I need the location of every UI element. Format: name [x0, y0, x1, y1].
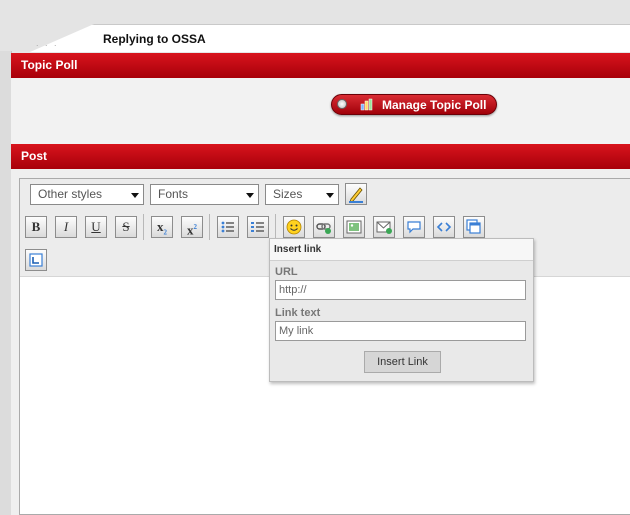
code-icon: [436, 222, 452, 232]
fonts-select[interactable]: Fonts: [150, 184, 259, 205]
underline-button[interactable]: U: [85, 216, 107, 238]
toolbar-separator: [143, 214, 144, 240]
manage-topic-poll-label: Manage Topic Poll: [382, 98, 487, 112]
link-text-label: Link text: [275, 307, 321, 319]
toolbar-separator: [275, 214, 276, 240]
link-icon: [316, 223, 331, 234]
insert-link-title: Insert link: [270, 239, 533, 261]
direction-button[interactable]: [25, 249, 47, 271]
post-header: Post: [11, 144, 630, 169]
smiley-button[interactable]: [283, 216, 305, 238]
speech-bubble-icon: [407, 221, 421, 234]
chevron-down-icon: [246, 193, 254, 198]
email-icon: [376, 221, 392, 234]
pencil-icon: [349, 187, 363, 203]
sizes-value: Sizes: [273, 187, 303, 201]
manage-topic-poll-button[interactable]: Manage Topic Poll: [331, 94, 497, 115]
link-text-input[interactable]: My link: [275, 321, 526, 341]
topic-poll-body: [11, 78, 630, 144]
poll-chart-icon: [360, 98, 373, 111]
insert-link-popup: Insert link URL http:// Link text My lin…: [269, 238, 534, 382]
image-icon: [346, 220, 362, 234]
insert-email-button[interactable]: [373, 216, 395, 238]
numbered-list-icon: [251, 222, 264, 232]
numbered-list-button[interactable]: [247, 216, 269, 238]
code-button[interactable]: [433, 216, 455, 238]
tab-strip: . . . Replying to OSSA: [0, 0, 630, 52]
url-label: URL: [275, 266, 298, 278]
other-styles-select[interactable]: Other styles: [30, 184, 144, 205]
other-styles-value: Other styles: [38, 187, 103, 201]
url-input[interactable]: http://: [275, 280, 526, 300]
radio-dot-icon: [337, 99, 347, 109]
text-direction-icon: [29, 253, 43, 267]
topic-poll-header: Topic Poll: [11, 53, 630, 78]
bullet-list-icon: [221, 221, 234, 233]
italic-button[interactable]: I: [55, 216, 77, 238]
subscript-button[interactable]: x2: [151, 216, 173, 238]
chevron-down-icon: [131, 193, 139, 198]
insert-link-submit-button[interactable]: Insert Link: [364, 351, 441, 373]
fonts-value: Fonts: [158, 187, 189, 201]
sizes-select[interactable]: Sizes: [265, 184, 339, 205]
windows-icon: [466, 219, 481, 234]
insert-image-button[interactable]: [343, 216, 365, 238]
source-view-button[interactable]: [463, 216, 485, 238]
insert-link-button[interactable]: [313, 216, 335, 238]
superscript-button[interactable]: x2: [181, 216, 203, 238]
tab-dots: . . .: [36, 38, 59, 48]
bullet-list-button[interactable]: [217, 216, 239, 238]
toolbar-separator: [209, 214, 210, 240]
bold-button[interactable]: B: [25, 216, 47, 238]
smiley-icon: [286, 219, 302, 235]
chevron-down-icon: [326, 193, 334, 198]
quote-button[interactable]: [403, 216, 425, 238]
page-title: Replying to OSSA: [103, 32, 206, 46]
text-color-button[interactable]: [345, 183, 367, 205]
strikethrough-button[interactable]: S: [115, 216, 137, 238]
